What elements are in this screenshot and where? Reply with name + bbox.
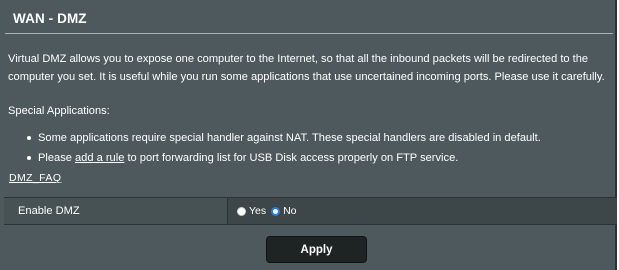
- bullet-text-nat: Some applications require special handle…: [38, 132, 541, 144]
- special-applications-label: Special Applications:: [8, 105, 110, 117]
- bullet-text-prefix: Please: [38, 152, 76, 164]
- enable-dmz-radio-group: Yes No: [237, 205, 299, 219]
- radio-yes-circle[interactable]: [237, 206, 246, 216]
- dmz-panel: WAN - DMZ Virtual DMZ allows you to expo…: [0, 0, 617, 270]
- radio-yes[interactable]: Yes: [237, 205, 266, 217]
- enable-dmz-row: Enable DMZ Yes No: [4, 197, 617, 225]
- radio-no[interactable]: No: [271, 205, 297, 217]
- title-divider: [5, 33, 613, 34]
- radio-no-label: No: [283, 205, 297, 217]
- page-title: WAN - DMZ: [13, 11, 87, 26]
- radio-no-circle[interactable]: [271, 206, 281, 216]
- enable-dmz-label-cell: Enable DMZ: [4, 198, 228, 224]
- special-applications-list: Some applications require special handle…: [26, 128, 616, 168]
- radio-yes-label: Yes: [249, 205, 267, 217]
- dmz-description: Virtual DMZ allows you to expose one com…: [8, 53, 605, 83]
- enable-dmz-label: Enable DMZ: [18, 205, 80, 217]
- bullet-text-suffix: to port forwarding list for USB Disk acc…: [124, 152, 459, 164]
- list-item: Please add a rule to port forwarding lis…: [26, 148, 616, 168]
- title-bar: WAN - DMZ: [4, 6, 615, 30]
- dmz-faq-link[interactable]: DMZ_FAQ: [9, 172, 61, 184]
- add-rule-link[interactable]: add a rule: [75, 152, 124, 164]
- apply-button[interactable]: Apply: [266, 236, 367, 263]
- list-item: Some applications require special handle…: [26, 128, 616, 148]
